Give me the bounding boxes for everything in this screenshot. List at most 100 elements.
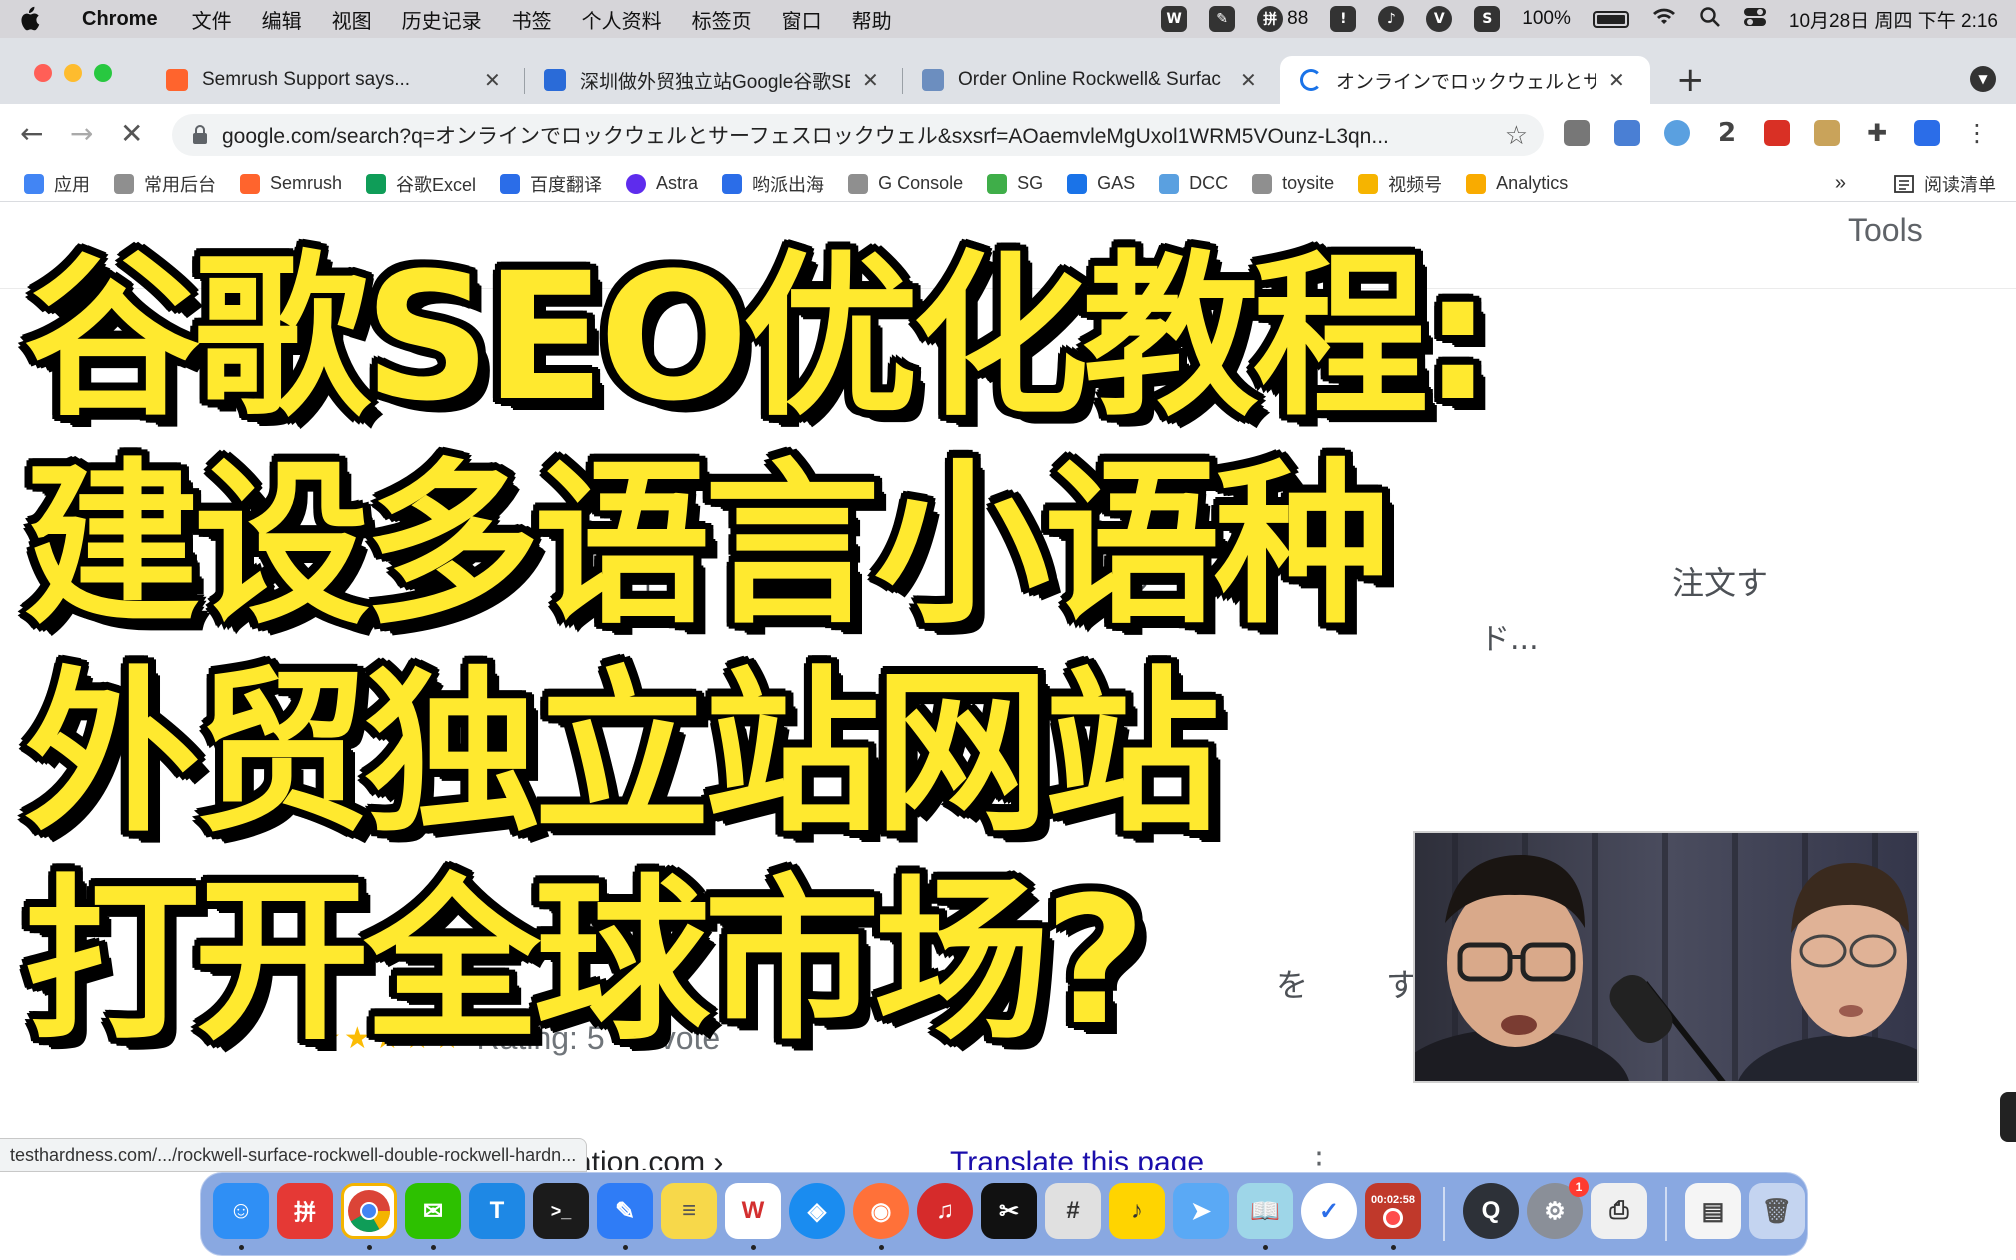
system-preferences-icon[interactable]: ⚙ 1 [1527, 1177, 1589, 1239]
safari-icon[interactable]: ◈ [789, 1183, 845, 1239]
vpn-icon[interactable]: V [1426, 6, 1453, 32]
wps-icon[interactable]: W [1161, 6, 1188, 32]
puzzle-extensions-icon[interactable]: ✚ [1864, 119, 1890, 147]
bookmark-star-icon[interactable]: ☆ [1505, 120, 1528, 151]
counter-extension-icon[interactable]: 2 [1714, 118, 1740, 148]
menu-history[interactable]: 历史记录 [402, 5, 482, 34]
bookmark-youpai[interactable]: 哟派出海 [722, 171, 824, 197]
bookmark-video[interactable]: 视频号 [1358, 171, 1442, 197]
bookmark-gas[interactable]: GAS [1067, 173, 1135, 194]
result-more-icon[interactable]: ⋮ [1304, 1146, 1334, 1170]
document-favicon-icon [922, 69, 944, 91]
tab-search-icon[interactable]: ▼ [1970, 66, 1996, 92]
close-tab-icon[interactable]: ✕ [1608, 68, 1625, 93]
messages-icon[interactable]: ✓ [1301, 1183, 1357, 1239]
reading-list-button[interactable]: 阅读清单 [1894, 166, 1996, 202]
notification-widget[interactable]: 拼 88 [1257, 6, 1308, 32]
menu-file[interactable]: 文件 [192, 5, 232, 34]
calculator-icon[interactable]: # [1045, 1183, 1101, 1239]
close-tab-icon[interactable]: ✕ [484, 68, 501, 93]
stop-loading-button[interactable]: ✕ [120, 117, 143, 150]
clock[interactable]: 10月28日 周四 下午 2:16 [1789, 6, 1998, 33]
chrome-icon[interactable] [341, 1183, 397, 1239]
bookmark-apps[interactable]: 应用 [24, 171, 90, 197]
bell-icon[interactable]: ♪ [1378, 6, 1405, 32]
menu-view[interactable]: 视图 [332, 5, 372, 34]
wechat-icon[interactable]: ✉ [405, 1183, 461, 1239]
firefox-icon[interactable]: ◉ [853, 1183, 909, 1239]
menu-profile[interactable]: 个人资料 [582, 5, 662, 34]
bookmark-folder-admin[interactable]: 常用后台 [114, 171, 216, 197]
bookmark-dcc[interactable]: DCC [1159, 173, 1228, 194]
finder-icon[interactable]: ☺ [213, 1183, 269, 1239]
bookmark-baidu-translate[interactable]: 百度翻译 [500, 171, 602, 197]
close-tab-icon[interactable]: ✕ [1240, 68, 1257, 93]
tab-shenzhen-seo[interactable]: 深圳做外贸独立站Google谷歌SE ✕ [524, 56, 899, 104]
image-extension-icon[interactable] [1814, 120, 1840, 146]
wifi-icon[interactable] [1651, 7, 1677, 32]
translate-page-link[interactable]: Translate this page [950, 1146, 1204, 1170]
circle-extension-icon[interactable] [1664, 120, 1690, 146]
bookmark-toysite[interactable]: toysite [1252, 173, 1334, 194]
camera-extension-icon[interactable] [1564, 120, 1590, 146]
back-button[interactable]: ← [20, 117, 43, 150]
pen-icon[interactable]: ✎ [1209, 6, 1236, 32]
terminal-icon[interactable]: >_ [533, 1183, 589, 1239]
notes-icon[interactable]: ≡ [661, 1183, 717, 1239]
menu-edit[interactable]: 编辑 [262, 5, 302, 34]
zoom-window-button[interactable] [94, 64, 112, 82]
printer-icon[interactable]: ⎙ [1591, 1183, 1647, 1239]
forward-button[interactable]: → [70, 117, 93, 150]
feishu-icon[interactable]: ➤ [1173, 1183, 1229, 1239]
sync-icon[interactable]: S [1474, 6, 1501, 32]
menu-help[interactable]: 帮助 [852, 5, 892, 34]
downloads-folder-icon[interactable]: ▤ [1685, 1183, 1741, 1239]
tab-semrush[interactable]: Semrush Support says... ✕ [146, 56, 521, 104]
battery-icon[interactable] [1592, 10, 1629, 28]
minimize-window-button[interactable] [64, 64, 82, 82]
close-window-button[interactable] [34, 64, 52, 82]
wps-office-icon[interactable]: W [725, 1183, 781, 1239]
alert-icon[interactable]: ! [1330, 6, 1357, 32]
more-bookmarks-button[interactable]: » [1835, 172, 1846, 195]
bookmark-astra[interactable]: Astra [626, 173, 698, 194]
pen-app-icon[interactable]: ✎ [597, 1183, 653, 1239]
app-name[interactable]: Chrome [82, 8, 158, 31]
new-tab-button[interactable]: + [1676, 60, 1705, 100]
kindle-icon[interactable]: 📖 [1237, 1183, 1293, 1239]
tencent-docs-icon[interactable]: T [469, 1183, 525, 1239]
bookmark-analytics[interactable]: Analytics [1466, 173, 1568, 194]
close-tab-icon[interactable]: ✕ [862, 68, 879, 93]
scroll-handle[interactable] [2000, 1092, 2016, 1142]
menu-tab[interactable]: 标签页 [692, 5, 752, 34]
apple-icon[interactable] [18, 6, 42, 32]
bookmark-sg[interactable]: SG [987, 173, 1043, 194]
profile-extension-icon[interactable] [1914, 120, 1940, 146]
bookmark-semrush[interactable]: Semrush [240, 173, 342, 194]
spotlight-search-icon[interactable] [1699, 6, 1721, 33]
bookmark-g-console[interactable]: G Console [848, 173, 963, 194]
menu-window[interactable]: 窗口 [782, 5, 822, 34]
menu-bookmarks[interactable]: 书签 [512, 5, 552, 34]
kebab-menu-icon[interactable]: ⋮ [1964, 119, 1990, 147]
download-extension-icon[interactable] [1764, 120, 1790, 146]
tab-order-rockwell[interactable]: Order Online Rockwell& Surfac ✕ [902, 56, 1277, 104]
netease-music-icon[interactable]: ♫ [917, 1183, 973, 1239]
control-center-icon[interactable] [1743, 6, 1767, 33]
address-bar[interactable]: google.com/search?q=オンラインでロックウェルとサーフェスロッ… [172, 114, 1544, 156]
running-indicator [879, 1245, 884, 1250]
tools-button[interactable]: Tools [1848, 212, 1923, 249]
quicktime-icon[interactable]: Q [1463, 1183, 1519, 1239]
loading-spinner-icon [1300, 69, 1322, 91]
lock-icon[interactable] [192, 125, 208, 145]
trash-icon[interactable]: 🗑 [1749, 1183, 1805, 1239]
bookmark-label: GAS [1097, 173, 1136, 193]
url-text[interactable]: google.com/search?q=オンラインでロックウェルとサーフェスロッ… [222, 120, 1495, 150]
tab-google-search-active[interactable]: オンラインでロックウェルとサー ✕ [1280, 56, 1650, 104]
pinduoduo-app-icon[interactable]: 拼 [277, 1183, 333, 1239]
qq-music-icon[interactable]: ♪ [1109, 1183, 1165, 1239]
translate-extension-icon[interactable] [1614, 120, 1640, 146]
screen-recorder-icon[interactable]: 00:02:58 [1365, 1183, 1421, 1239]
capcut-icon[interactable]: ✂ [981, 1183, 1037, 1239]
bookmark-google-excel[interactable]: 谷歌Excel [366, 171, 476, 197]
